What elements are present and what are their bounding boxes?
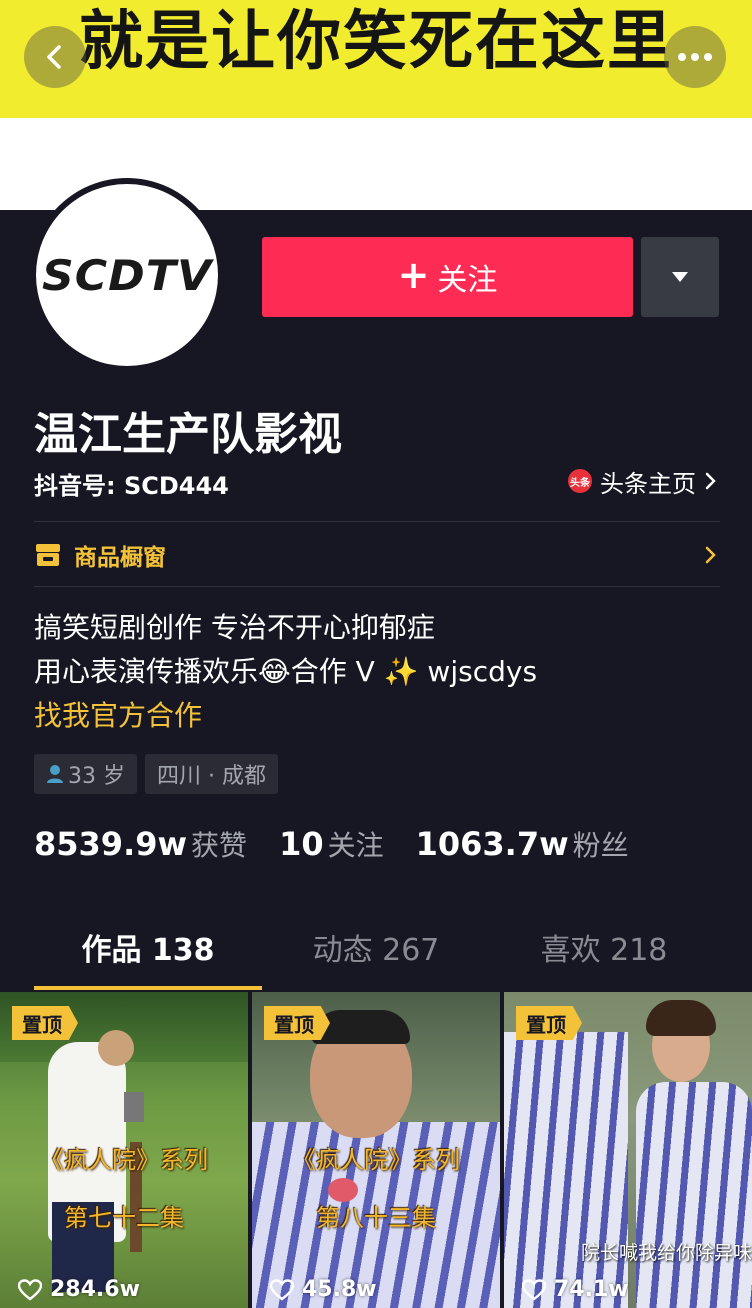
following-label[interactable]: 关注 <box>328 824 384 864</box>
figure-head <box>98 1030 134 1066</box>
recommend-dropdown-button[interactable] <box>641 237 719 317</box>
video-likes: 74.1w <box>522 1277 629 1302</box>
toutiao-label: 头条主页 <box>600 469 696 498</box>
profile-page: 就是让你笑死在这里 SCDTV + 关注 温江生产队影视 抖音号: SCD444… <box>0 0 752 1308</box>
profile-stats: 8539.9w 获赞 10 关注 1063.7w 粉丝 <box>34 824 661 864</box>
toutiao-icon: 头条 <box>568 469 592 493</box>
active-tab-indicator <box>34 986 262 990</box>
striped-pajama-right <box>636 1082 752 1308</box>
more-button[interactable] <box>664 26 726 88</box>
video-likes: 284.6w <box>18 1277 140 1302</box>
person-icon <box>47 765 63 783</box>
bio: 搞笑短剧创作 专治不开心抑郁症 用心表演传播欢乐😂合作 V ✨ wjscdys … <box>34 606 537 738</box>
video-caption: 院长喊我给你除异味 <box>580 1242 752 1264</box>
video-likes: 45.8w <box>270 1277 377 1302</box>
more-dots-icon <box>678 53 712 61</box>
username: 温江生产队影视 <box>34 409 342 460</box>
video-caption: 《疯人院》系列 <box>40 1146 208 1174</box>
plus-icon: + <box>397 253 430 297</box>
banner-text: 就是让你笑死在这里 <box>79 4 673 79</box>
followers-count[interactable]: 1063.7w <box>416 825 569 863</box>
age-label: 33 岁 <box>68 764 125 789</box>
age-tag: 33 岁 <box>34 754 137 794</box>
avatar-image: SCDTV <box>36 184 218 366</box>
tab-activity[interactable]: 动态 267 <box>296 920 456 992</box>
following-count[interactable]: 10 <box>279 825 324 863</box>
toutiao-homepage-link[interactable]: 头条 头条主页 <box>568 464 716 498</box>
heart-icon <box>522 1278 546 1301</box>
content-tabs: 作品 138 动态 267 喜欢 218 <box>0 920 752 992</box>
pinned-badge: 置顶 <box>12 1006 78 1040</box>
video-caption: 第七十二集 <box>64 1204 184 1232</box>
likes-label: 获赞 <box>191 829 248 862</box>
likes-count: 8539.9w <box>34 825 188 863</box>
video-thumbnail[interactable]: 置顶 《疯人院》系列 第八十三集 45.8w <box>252 992 500 1308</box>
heart-icon <box>18 1278 42 1301</box>
profile-tags: 33 岁 四川 · 成都 <box>34 754 278 794</box>
likes-count: 45.8w <box>302 1277 377 1302</box>
likes-count: 74.1w <box>554 1277 629 1302</box>
avatar-logo-text: SCDTV <box>41 250 213 300</box>
divider <box>34 586 720 587</box>
chevron-left-icon <box>47 45 61 69</box>
video-thumbnail[interactable]: 置顶 院长喊我给你除异味 74.1w <box>504 992 752 1308</box>
triangle-down-icon <box>672 272 688 282</box>
video-caption: 第八十三集 <box>316 1204 436 1232</box>
pinned-badge: 置顶 <box>516 1006 582 1040</box>
chevron-right-icon <box>704 546 716 564</box>
divider <box>34 521 720 522</box>
chevron-right-icon <box>705 472 716 490</box>
likes-count: 284.6w <box>50 1277 140 1302</box>
shop-window-label: 商品橱窗 <box>74 545 166 571</box>
shop-window-row[interactable]: 商品橱窗 <box>34 536 720 574</box>
follow-button[interactable]: + 关注 <box>262 237 633 317</box>
douyin-id: 抖音号: SCD444 <box>34 472 229 500</box>
striped-pajama-left <box>504 1032 628 1308</box>
video-thumbnail[interactable]: 置顶 《疯人院》系列 第七十二集 284.6w <box>0 992 248 1308</box>
video-caption: 《疯人院》系列 <box>292 1146 460 1174</box>
hammer-head <box>124 1092 144 1122</box>
figure-hair <box>646 1000 716 1036</box>
bio-line: 用心表演传播欢乐😂合作 V ✨ wjscdys <box>34 655 538 688</box>
official-cooperation-link[interactable]: 找我官方合作 <box>34 694 537 738</box>
video-grid: 置顶 《疯人院》系列 第七十二集 284.6w 置顶 《疯人院》系列 第八十三集 <box>0 992 752 1308</box>
location-tag: 四川 · 成都 <box>145 754 278 794</box>
back-button[interactable] <box>24 26 86 88</box>
shop-icon <box>36 544 60 566</box>
followers-label[interactable]: 粉丝 <box>573 824 629 864</box>
tab-likes[interactable]: 喜欢 218 <box>456 920 752 992</box>
bio-line: 搞笑短剧创作 专治不开心抑郁症 <box>34 611 435 644</box>
follow-label: 关注 <box>437 263 498 298</box>
pinned-badge: 置顶 <box>264 1006 330 1040</box>
tab-works[interactable]: 作品 138 <box>0 920 296 992</box>
location-label: 四川 · 成都 <box>157 764 266 789</box>
avatar[interactable]: SCDTV <box>30 178 224 372</box>
heart-icon <box>270 1278 294 1301</box>
